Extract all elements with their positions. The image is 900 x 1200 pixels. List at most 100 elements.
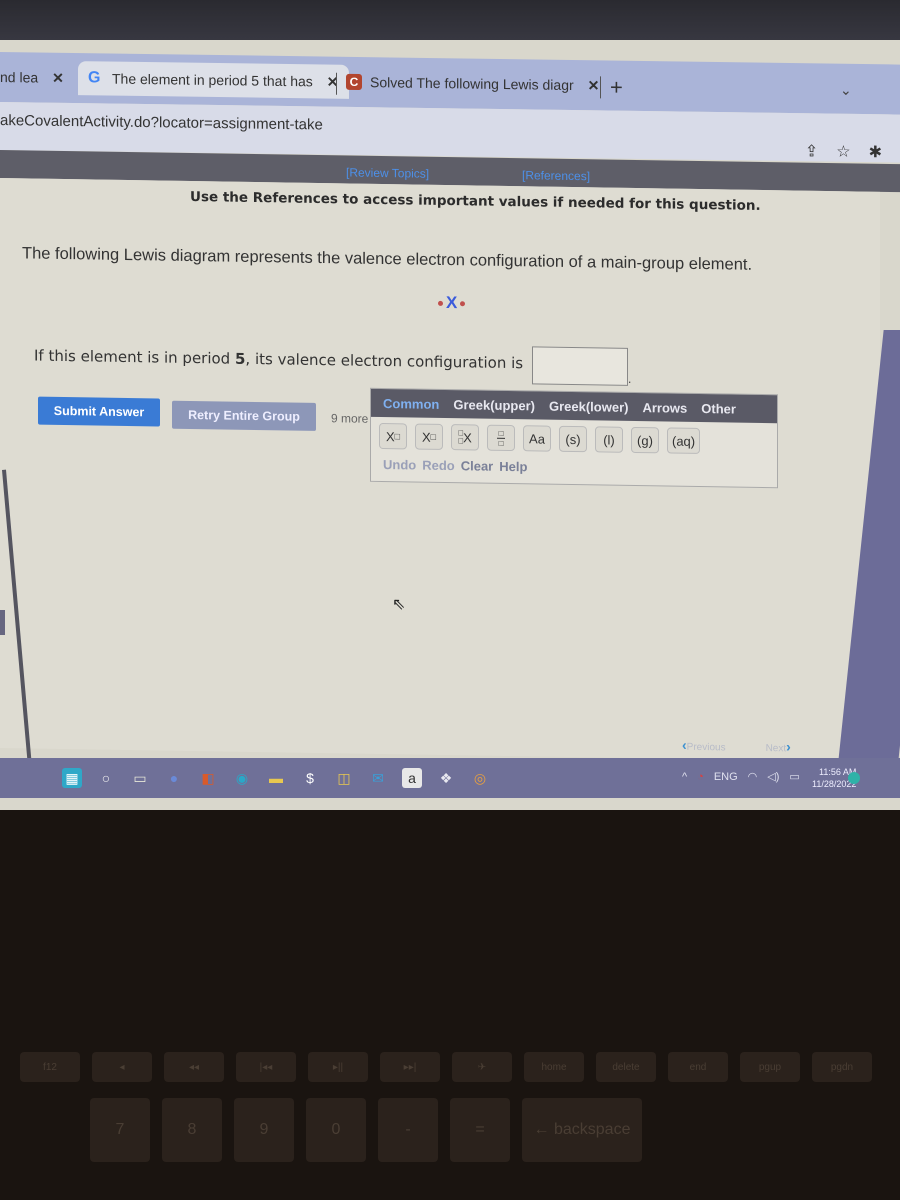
palette-tab-greek-lower[interactable]: Greek(lower): [549, 398, 628, 414]
retry-entire-group-button[interactable]: Retry Entire Group: [172, 400, 316, 431]
pager: ‹Previous Next›: [682, 737, 791, 755]
url-field[interactable]: akeCovalentActivity.do?locator=assignmen…: [0, 112, 323, 134]
prescript-button[interactable]: □ □ X: [451, 424, 479, 451]
palette-tab-other[interactable]: Other: [701, 401, 736, 417]
redo-button[interactable]: Redo: [422, 458, 455, 474]
battery-icon[interactable]: ▭: [789, 770, 799, 783]
keyboard-key: 0: [306, 1098, 366, 1162]
keyboard-key: home: [524, 1052, 584, 1082]
task-view-icon[interactable]: ▭: [130, 768, 150, 788]
number-key-row: 7 8 9 0 - = ← backspace: [90, 1098, 642, 1162]
browser-tab-1[interactable]: nd lea ✕: [0, 60, 64, 95]
search-icon[interactable]: ○: [96, 768, 116, 788]
google-g-icon: G: [88, 69, 101, 87]
lewis-diagram: X: [435, 293, 468, 314]
answer-period: .: [628, 371, 632, 386]
tab-search-chevron-icon[interactable]: ⌄: [840, 82, 852, 99]
tab-separator: [336, 72, 337, 95]
tray-chevron-icon[interactable]: ^: [682, 771, 687, 783]
star-icon[interactable]: ☆: [836, 142, 850, 162]
references-note: Use the References to access important v…: [190, 188, 761, 214]
keyboard-key: =: [450, 1098, 510, 1162]
keyboard-key: pgup: [740, 1052, 800, 1082]
electron-dot: [438, 300, 443, 306]
keyboard-key: ◂: [92, 1052, 152, 1082]
next-button[interactable]: Next›: [766, 738, 791, 754]
keyboard-key: ◂◂: [164, 1052, 224, 1082]
tab-separator: [600, 76, 601, 99]
gas-state-button[interactable]: (g): [631, 426, 659, 454]
tab-title: Solved The following Lewis diagr: [370, 74, 574, 94]
system-tray: ^ ◔ ENG ◠ ◁) ▭: [682, 770, 800, 784]
keyboard-key: -: [378, 1098, 438, 1162]
aqueous-state-button[interactable]: (aq): [667, 427, 701, 454]
electron-dot: [460, 300, 466, 306]
amazon-icon[interactable]: a: [402, 768, 422, 788]
app-icon[interactable]: $: [300, 768, 320, 788]
subscript-button[interactable]: X □: [415, 423, 443, 450]
more-attempts-text: 9 more: [331, 411, 369, 426]
keyboard-key: ▸▸|: [380, 1052, 440, 1082]
windows-start-icon[interactable]: ▦: [62, 768, 82, 788]
keyboard-key: 9: [234, 1098, 294, 1162]
file-explorer-icon[interactable]: ▬: [266, 768, 286, 788]
solid-state-button[interactable]: (s): [559, 425, 587, 453]
windows-taskbar: ▦ ○ ▭ ● ◧ ◉ ▬ $ ◫ ✉ a ❖ ◎ ^ ◔ ENG ◠ ◁) ▭…: [0, 758, 900, 798]
share-icon[interactable]: ⇪: [805, 141, 818, 161]
tab-title: The element in period 5 that has: [112, 70, 313, 90]
volume-icon[interactable]: ◁): [767, 770, 779, 783]
keyboard-key: 8: [162, 1098, 222, 1162]
palette-tab-common[interactable]: Common: [383, 396, 439, 412]
mail-icon[interactable]: ✉: [368, 768, 388, 788]
palette-tab-greek-upper[interactable]: Greek(upper): [453, 397, 535, 413]
browser-tab-3[interactable]: C Solved The following Lewis diagr ✕: [346, 65, 599, 103]
language-indicator[interactable]: ENG: [714, 771, 738, 783]
chevron-right-icon: ›: [786, 738, 791, 755]
keyboard-key: delete: [596, 1052, 656, 1082]
zoom-icon[interactable]: ●: [164, 768, 184, 788]
tab-title: nd lea: [0, 69, 39, 86]
clear-button[interactable]: Clear: [461, 458, 494, 474]
palette-keys: X □ X □ □ □ X □ □ Aa (s) (l) (g) (aq): [371, 417, 777, 461]
period-number: 5: [234, 349, 246, 368]
new-tab-button[interactable]: +: [610, 75, 623, 101]
close-icon[interactable]: ✕: [588, 77, 600, 94]
answer-input[interactable]: [532, 346, 628, 386]
chrome-icon[interactable]: ◎: [470, 768, 490, 788]
edge-icon[interactable]: ◉: [232, 768, 252, 788]
undo-button[interactable]: Undo: [383, 457, 416, 473]
notification-icon[interactable]: [848, 772, 860, 784]
office-icon[interactable]: ◧: [198, 768, 218, 788]
keyboard-key: ▸||: [308, 1052, 368, 1082]
taskbar-apps: ▦ ○ ▭ ● ◧ ◉ ▬ $ ◫ ✉ a ❖ ◎: [62, 768, 490, 788]
window-edge-marker: [0, 610, 5, 635]
prompt-text: If this element is in period 5, its vale…: [34, 347, 523, 373]
superscript-button[interactable]: X □: [379, 422, 407, 450]
prompt-part: If this element is in period: [34, 346, 235, 368]
keyboard-key: ← backspace: [522, 1098, 642, 1162]
close-icon[interactable]: ✕: [52, 69, 64, 86]
network-app-icon[interactable]: ◔: [697, 771, 704, 783]
review-topics-link[interactable]: [Review Topics]: [346, 165, 429, 180]
references-link[interactable]: [References]: [522, 168, 590, 183]
case-button[interactable]: Aa: [523, 425, 551, 452]
chegg-c-icon: C: [346, 73, 362, 91]
submit-answer-button[interactable]: Submit Answer: [38, 396, 160, 427]
dropbox-icon[interactable]: ❖: [436, 768, 456, 788]
palette-tab-arrows[interactable]: Arrows: [642, 400, 687, 416]
browser-tab-2[interactable]: G The element in period 5 that has ✕: [78, 61, 349, 99]
extensions-icon[interactable]: ✱: [869, 142, 882, 162]
question-content: Use the References to access important v…: [0, 178, 880, 762]
equation-palette: Common Greek(upper) Greek(lower) Arrows …: [370, 387, 778, 489]
keyboard-key: end: [668, 1052, 728, 1082]
keyboard-key: |◂◂: [236, 1052, 296, 1082]
help-button[interactable]: Help: [499, 459, 527, 474]
store-icon[interactable]: ◫: [334, 768, 354, 788]
toolbar-icons: ⇪ ☆ ✱: [805, 141, 882, 162]
wifi-icon[interactable]: ◠: [748, 770, 758, 783]
liquid-state-button[interactable]: (l): [595, 426, 623, 453]
element-symbol: X: [446, 293, 458, 313]
function-key-row: f12 ◂ ◂◂ |◂◂ ▸|| ▸▸| ✈ home delete end p…: [20, 1052, 872, 1082]
fraction-button[interactable]: □ □: [487, 424, 515, 452]
previous-button[interactable]: ‹Previous: [682, 737, 726, 754]
